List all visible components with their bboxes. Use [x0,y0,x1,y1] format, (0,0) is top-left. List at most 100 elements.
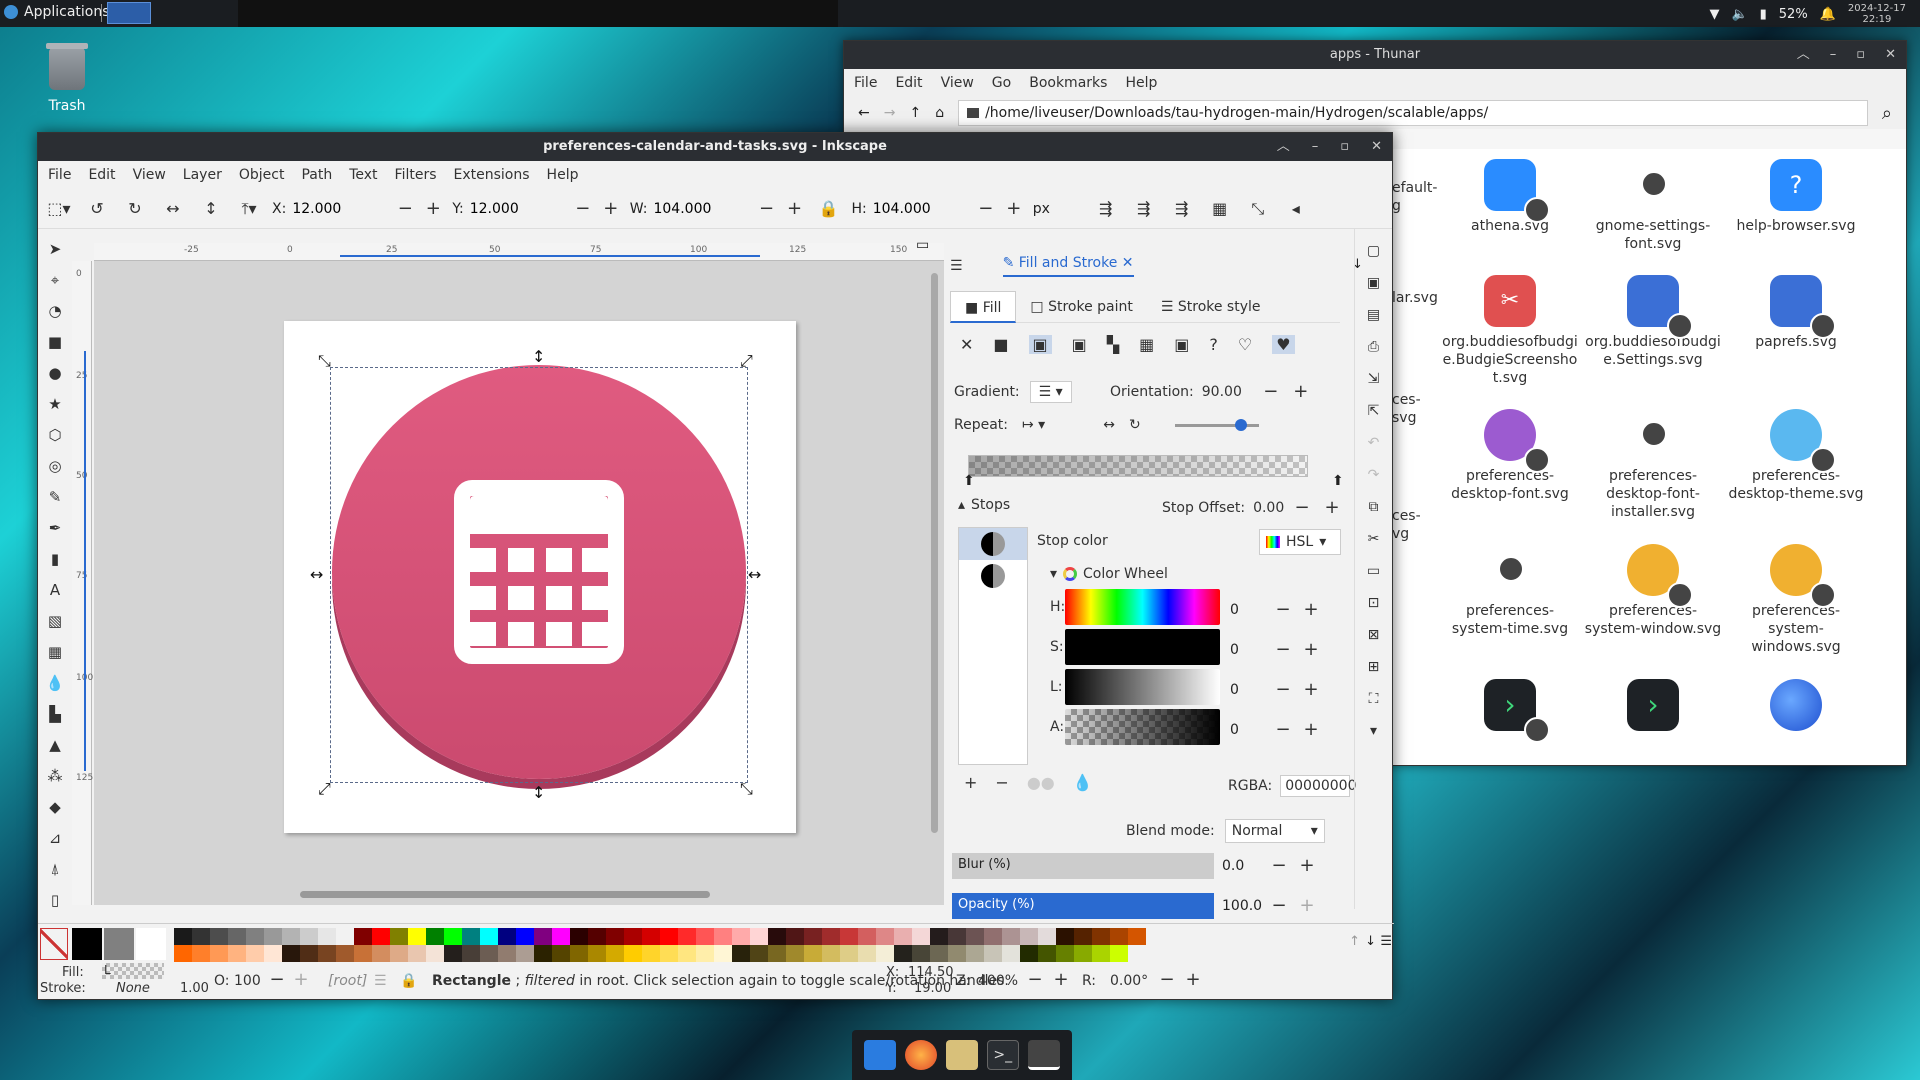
vertical-ruler[interactable]: 0 25 50 75 100 125 [72,261,93,905]
saturation-slider[interactable] [1065,629,1220,665]
dock-menu-icon[interactable]: ☰ [950,258,963,274]
layer-indicator[interactable]: [root] [328,973,367,989]
palette-swatch[interactable] [732,928,750,945]
redo-icon[interactable]: ↷ [1365,467,1383,485]
spray-tool-icon[interactable]: ⁂ [45,764,65,788]
pattern-icon[interactable]: ▦ [1139,335,1154,354]
notification-icon[interactable]: 🔔 [1820,7,1836,22]
palette-swatch[interactable] [1002,945,1020,962]
opacity-input[interactable]: 100 [234,973,261,989]
a-increment[interactable]: + [1300,719,1322,740]
palette-swatch[interactable] [804,945,822,962]
palette-swatch[interactable] [552,928,570,945]
file-item-partial[interactable]: ces- vg [1392,507,1472,543]
node-tool-icon[interactable]: ⌖ [45,268,65,292]
file-item[interactable] [1726,679,1866,737]
import-icon[interactable]: ⇲ [1365,371,1383,389]
3d-box-tool-icon[interactable]: ⬡ [45,423,65,447]
eraser-tool-icon[interactable]: ◆ [45,795,65,819]
palette-swatch[interactable] [750,945,768,962]
palette-swatch[interactable] [1128,928,1146,945]
fill-rule-evenodd-icon[interactable]: ♡ [1238,335,1252,354]
save-icon[interactable]: ▤ [1365,307,1383,325]
zoom-in-button[interactable]: + [1050,969,1072,990]
lock-icon[interactable]: 🔒 [813,195,843,223]
thunar-restore-button[interactable]: ▫ [1856,41,1865,69]
palette-swatch[interactable] [768,928,786,945]
file-item[interactable]: paprefs.svg [1726,275,1866,351]
horizontal-scrollbar[interactable] [300,891,710,898]
orientation-increment[interactable]: + [1290,381,1312,402]
menu-edit[interactable]: Edit [88,167,115,183]
text-tool-icon[interactable]: A [45,578,65,602]
opacity-increment[interactable]: + [290,969,312,990]
print-icon[interactable]: ⎙ [1365,339,1383,357]
flip-horizontal-icon[interactable]: ↔ [158,195,188,223]
w-input[interactable] [653,195,750,222]
copy-icon[interactable]: ⧉ [1365,499,1383,517]
x-input[interactable] [292,195,389,222]
palette-swatch[interactable] [642,945,660,962]
palette-swatch[interactable] [786,945,804,962]
menu-extensions[interactable]: Extensions [454,167,530,183]
opacity-value[interactable]: 100.0 [1222,898,1262,914]
search-icon[interactable]: ⌕ [1882,103,1892,124]
cut-icon[interactable]: ✂ [1365,531,1383,549]
palette-swatch[interactable] [948,945,966,962]
file-item[interactable]: ✂ org.buddiesofbudgie.BudgieScreenshot.s… [1440,275,1580,387]
palette-swatch[interactable] [390,928,408,945]
s-increment[interactable]: + [1300,639,1322,660]
workspace-switcher[interactable] [107,2,151,24]
palette-swatch[interactable] [804,928,822,945]
thunar-titlebar[interactable]: apps - Thunar ︿ – ▫ ✕ [844,41,1906,69]
layer-visibility-icon[interactable]: ☰ [374,973,387,989]
palette-swatch[interactable] [570,945,588,962]
lightness-slider[interactable] [1065,669,1220,705]
opacity-increment[interactable]: + [1296,895,1318,916]
canvas-vertical-scrollbar[interactable] [931,273,938,833]
palette-swatch[interactable] [1110,928,1128,945]
file-item[interactable]: preferences-desktop-font.svg [1440,409,1580,503]
paste-icon[interactable]: ▭ [1365,563,1383,581]
forward-arrow-icon[interactable]: → [884,105,896,121]
stop-marker-icon[interactable]: ⬆ [963,473,975,489]
zoom-page-width-icon[interactable]: ⛶ [1365,691,1383,709]
palette-swatch[interactable] [426,945,444,962]
x-decrement-button[interactable]: − [394,198,416,219]
rotation-increment[interactable]: + [1182,969,1204,990]
angle-slider[interactable] [1174,418,1259,431]
palette-swatch[interactable] [552,945,570,962]
palette-swatch[interactable] [912,928,930,945]
blur-slider[interactable]: Blur (%) [952,853,1214,879]
file-item[interactable]: gnome-settings-font.svg [1583,159,1723,253]
palette-swatch[interactable] [282,928,300,945]
palette-swatch[interactable] [930,945,948,962]
wifi-icon[interactable]: ▼ [1709,7,1719,22]
ellipse-tool-icon[interactable]: ● [45,361,65,385]
inkscape-close-button[interactable]: ✕ [1371,133,1382,161]
palette-swatch[interactable] [1074,928,1092,945]
flip-vertical-icon[interactable]: ↕ [196,195,226,223]
palette-swatch[interactable] [210,928,228,945]
rotation-input[interactable]: 0.00° [1110,973,1148,989]
palette-swatch[interactable] [606,945,624,962]
star-tool-icon[interactable]: ★ [45,392,65,416]
palette-swatch[interactable] [174,928,192,945]
thunar-menu-go[interactable]: Go [992,75,1011,91]
y-increment-button[interactable]: + [600,198,622,219]
palette-swatch[interactable] [336,945,354,962]
export-icon[interactable]: ⇱ [1365,403,1383,421]
blur-value[interactable]: 0.0 [1222,858,1262,874]
palette-swatch[interactable] [930,928,948,945]
palette-swatch[interactable] [246,945,264,962]
palette-scroll-down-icon[interactable]: ↓ [1365,934,1376,949]
x-increment-button[interactable]: + [422,198,444,219]
opacity-decrement[interactable]: − [266,969,288,990]
blur-decrement[interactable]: − [1268,855,1290,876]
hue-slider[interactable] [1065,589,1220,625]
scale-handle-icon[interactable]: ↔ [310,565,323,584]
color-mode-select[interactable]: HSL ▾ [1259,529,1341,555]
snap-dropdown-icon[interactable]: ⤒▾ [234,195,264,223]
palette-swatch[interactable] [750,928,768,945]
desktop-trash[interactable]: Trash [40,43,94,114]
